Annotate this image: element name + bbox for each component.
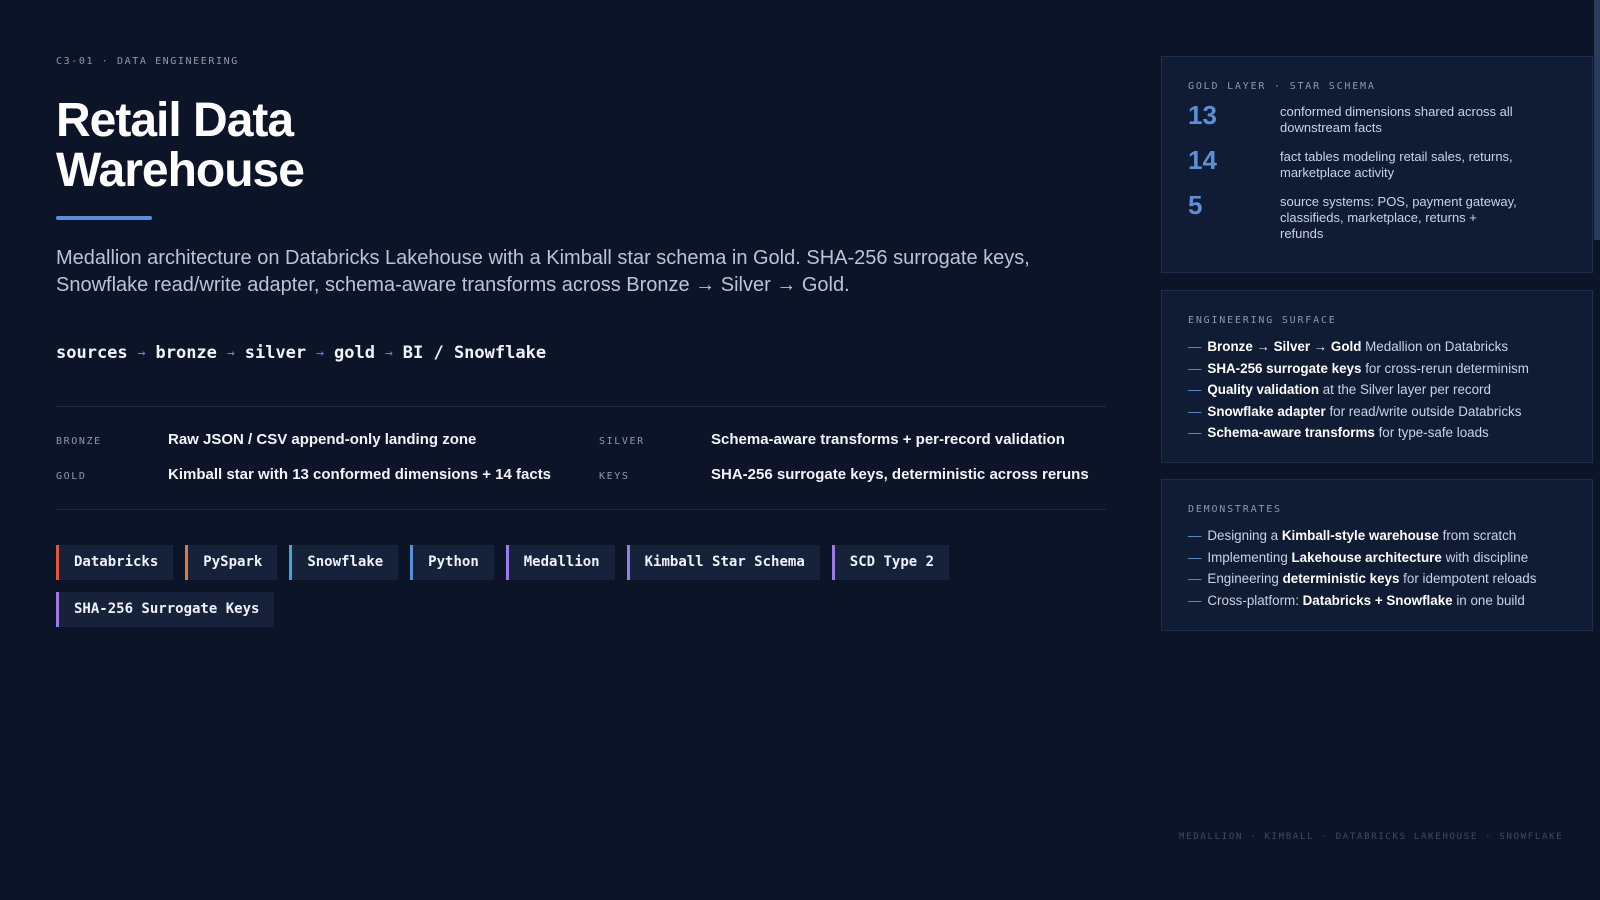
item-text: Cross-platform:: [1207, 592, 1303, 608]
arrow-right-icon: →: [137, 345, 146, 361]
item-text: for cross-rerun determinism: [1361, 360, 1529, 376]
dash-icon: —: [1188, 528, 1202, 543]
tag-medallion: Medallion: [505, 545, 615, 580]
layer-specs: BRONZE Raw JSON / CSV append-only landin…: [56, 406, 1106, 510]
tech-tags: Databricks PySpark Snowflake Python Meda…: [56, 545, 1056, 627]
scrollbar[interactable]: [1594, 0, 1600, 240]
item-text: Medallion on Databricks: [1361, 339, 1509, 354]
stat-description: source systems: POS, payment gateway, cl…: [1280, 194, 1517, 241]
flow-step-bronze: bronze: [155, 343, 217, 363]
tag-snowflake: Snowflake: [289, 545, 399, 580]
tag-pyspark: PySpark: [185, 545, 278, 580]
dash-icon: —: [1188, 360, 1202, 376]
spec-key: GOLD: [56, 471, 87, 482]
spec-value: SHA-256 surrogate keys, deterministic ac…: [711, 466, 1089, 483]
pipeline-flow: sources → bronze → silver → gold → BI / …: [56, 343, 546, 363]
dash-icon: —: [1188, 549, 1202, 565]
flow-step-gold: gold: [333, 343, 375, 363]
stat-description: fact tables modeling retail sales, retur…: [1280, 149, 1513, 180]
list-item: — SHA-256 surrogate keys for cross-rerun …: [1188, 358, 1566, 380]
item-text: Engineering: [1207, 571, 1283, 586]
stat-sources: 5 source systems: POS, payment gateway, …: [1188, 192, 1566, 242]
list-item: — Snowflake adapter for read/write outsid…: [1188, 401, 1566, 423]
item-emphasis: Kimball-style warehouse: [1281, 528, 1439, 543]
item-emphasis: Bronze → Silver → Gold: [1207, 339, 1362, 354]
item-emphasis: deterministic keys: [1282, 571, 1400, 586]
stat-dimensions: 13 conformed dimensions shared across al…: [1188, 102, 1566, 136]
tag-python: Python: [410, 545, 494, 580]
item-emphasis: Snowflake adapter: [1207, 403, 1326, 419]
spec-key: BRONZE: [56, 436, 102, 447]
item-emphasis: Databricks + Snowflake: [1302, 592, 1453, 608]
list-item: — Implementing Lakehouse architecture wit…: [1188, 547, 1566, 569]
tag-kimball-star-schema: Kimball Star Schema: [626, 545, 820, 580]
flow-step-silver: silver: [244, 343, 307, 363]
dash-icon: —: [1188, 425, 1202, 440]
arrow-right-icon: →: [384, 345, 393, 361]
tag-scd-type-2: SCD Type 2: [831, 545, 950, 580]
list-item: — Engineering deterministic keys for idem…: [1188, 568, 1566, 590]
list-item: — Cross-platform: Databricks + Snowflake …: [1188, 590, 1566, 612]
spec-key: SILVER: [599, 436, 645, 447]
card-title: ENGINEERING SURFACE: [1188, 315, 1337, 326]
stat-facts: 14 fact tables modeling retail sales, re…: [1188, 147, 1566, 181]
flow-step-sources: sources: [56, 343, 128, 363]
stat-number: 14: [1188, 145, 1217, 175]
spec-gold: GOLD Kimball star with 13 conformed dime…: [56, 466, 551, 483]
tag-sha256-surrogate-keys: SHA-256 Surrogate Keys: [56, 592, 275, 627]
list-item: — Designing a Kimball-style warehouse fro…: [1188, 525, 1566, 547]
spec-bronze: BRONZE Raw JSON / CSV append-only landin…: [56, 431, 476, 448]
spec-keys: KEYS SHA-256 surrogate keys, determinist…: [599, 466, 1089, 483]
stat-number: 5: [1188, 190, 1203, 220]
card-title: DEMONSTRATES: [1188, 504, 1282, 515]
stat-number: 13: [1188, 100, 1217, 130]
title-underline: [56, 216, 152, 220]
demonstrates-card: DEMONSTRATES — Designing a Kimball-style …: [1161, 479, 1593, 631]
item-text: for idempotent reloads: [1399, 571, 1537, 586]
dash-icon: —: [1188, 403, 1202, 419]
item-text: in one build: [1452, 592, 1525, 608]
item-text: at the Silver layer per record: [1319, 382, 1491, 397]
list-item: — Bronze → Silver → Gold Medallion on Dat…: [1188, 336, 1566, 358]
gold-layer-card: GOLD LAYER · STAR SCHEMA 13 conformed di…: [1161, 56, 1593, 273]
spec-value: Raw JSON / CSV append-only landing zone: [168, 431, 477, 448]
spec-key: KEYS: [599, 471, 630, 482]
item-text: from scratch: [1438, 528, 1517, 543]
dash-icon: —: [1188, 339, 1202, 354]
flow-step-bi: BI / Snowflake: [402, 343, 547, 363]
card-title: GOLD LAYER · STAR SCHEMA: [1188, 81, 1376, 92]
item-text: for read/write outside Databricks: [1325, 403, 1522, 419]
item-emphasis: Lakehouse architecture: [1291, 549, 1442, 565]
lede-paragraph: Medallion architecture on Databricks Lak…: [56, 247, 1030, 296]
dash-icon: —: [1188, 382, 1202, 397]
tag-databricks: Databricks: [56, 545, 174, 580]
spec-value: Kimball star with 13 conformed dimension…: [168, 466, 552, 483]
arrow-right-icon: →: [316, 345, 324, 361]
item-emphasis: SHA-256 surrogate keys: [1207, 360, 1362, 376]
footer-keywords: MEDALLION · KIMBALL · DATABRICKS LAKEHOU…: [1179, 832, 1564, 842]
item-text: for type-safe loads: [1374, 425, 1489, 440]
item-emphasis: Schema-aware transforms: [1207, 425, 1375, 440]
spec-value: Schema-aware transforms + per-record val…: [711, 431, 1065, 448]
engineering-surface-card: ENGINEERING SURFACE — Bronze → Silver → G…: [1161, 290, 1593, 463]
stat-description: conformed dimensions shared across all d…: [1280, 104, 1513, 135]
item-text: Designing a: [1207, 528, 1282, 543]
list-item: — Schema-aware transforms for type-safe l…: [1188, 422, 1566, 444]
spec-silver: SILVER Schema-aware transforms + per-rec…: [599, 431, 1065, 448]
list-item: — Quality validation at the Silver layer …: [1188, 379, 1566, 401]
page-title: Retail Data Warehouse: [56, 94, 305, 197]
dash-icon: —: [1188, 592, 1202, 608]
item-text: Implementing: [1207, 549, 1292, 565]
arrow-right-icon: →: [226, 345, 235, 361]
eyebrow-label: C3-01 · DATA ENGINEERING: [56, 56, 239, 67]
slide: C3-01 · DATA ENGINEERING Retail Data War…: [0, 0, 1600, 900]
item-emphasis: Quality validation: [1207, 382, 1320, 397]
dash-icon: —: [1188, 571, 1202, 586]
item-text: with discipline: [1441, 549, 1529, 565]
